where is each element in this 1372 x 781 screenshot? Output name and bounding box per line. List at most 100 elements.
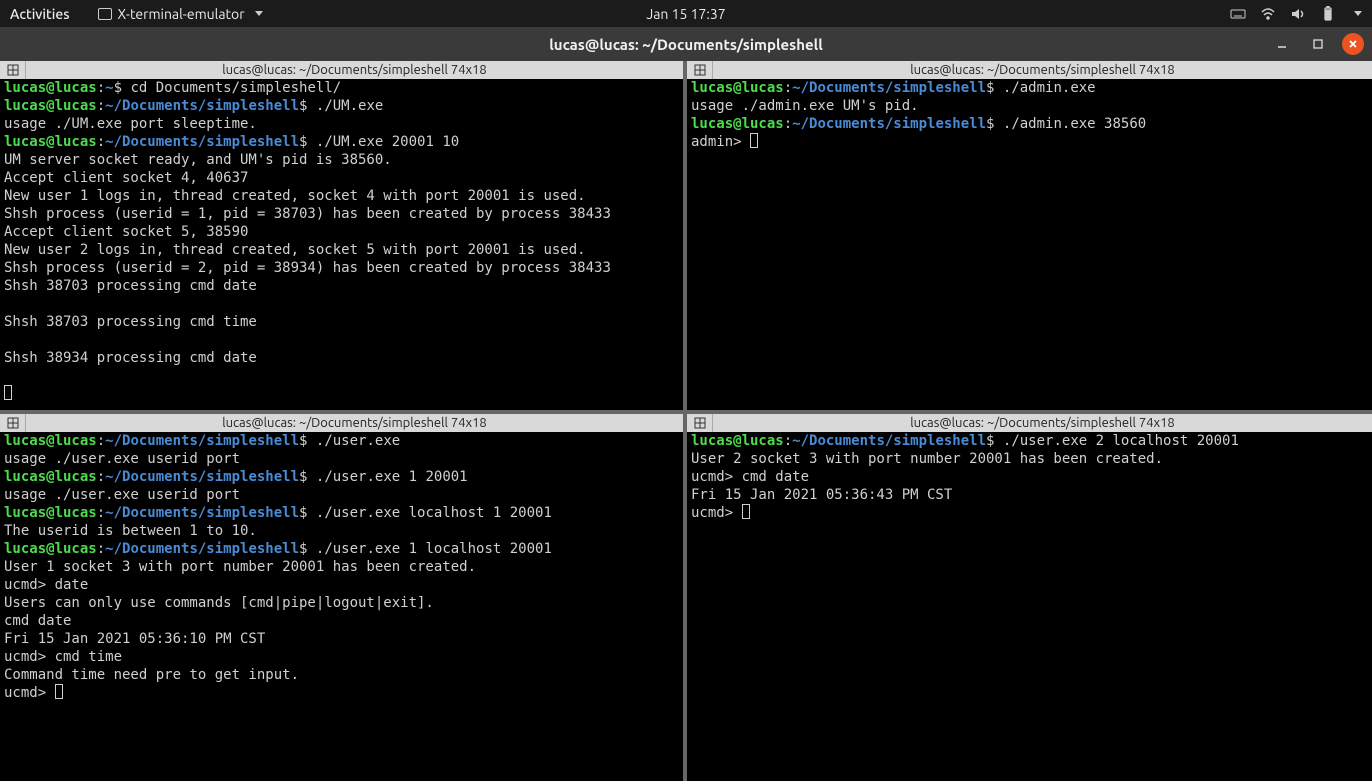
prompt-user: lucas@lucas (4, 469, 97, 485)
pane-title-text: lucas@lucas: ~/Documents/simpleshell 74x… (713, 63, 1372, 77)
output-line: Shsh process (userid = 2, pid = 38934) h… (4, 260, 611, 276)
keyboard-icon[interactable] (1230, 6, 1246, 22)
cmd-text: ./user.exe localhost 1 20001 (316, 505, 552, 521)
prompt-user: lucas@lucas (691, 80, 784, 96)
prompt-sigil: $ (299, 433, 316, 449)
minimize-button[interactable] (1270, 32, 1294, 56)
output-line: usage ./UM.exe port sleeptime. (4, 116, 257, 132)
prompt-sigil: $ (299, 505, 316, 521)
cmd-text: cd Documents/simpleshell/ (130, 80, 341, 96)
output-line: usage ./user.exe userid port (4, 487, 240, 503)
window-title-bar[interactable]: lucas@lucas: ~/Documents/simpleshell (0, 27, 1372, 61)
terminal-pane-top-left[interactable]: lucas@lucas: ~/Documents/simpleshell 74x… (0, 61, 683, 410)
terminal-output[interactable]: lucas@lucas:~/Documents/simpleshell$ ./u… (687, 432, 1372, 781)
output-line: New user 1 logs in, thread created, sock… (4, 188, 586, 204)
terminal-pane-bottom-right[interactable]: lucas@lucas: ~/Documents/simpleshell 74x… (687, 414, 1372, 781)
output-line: usage ./admin.exe UM's pid. (691, 98, 919, 114)
prompt-user: lucas@lucas (4, 505, 97, 521)
split-layout-icon[interactable] (687, 61, 713, 79)
prompt-user: lucas@lucas (691, 433, 784, 449)
output-line: Shsh 38703 processing cmd time (4, 314, 257, 330)
terminal-output[interactable]: lucas@lucas:~/Documents/simpleshell$ ./u… (0, 432, 683, 781)
gnome-top-bar: Activities X-terminal-emulator Jan 15 17… (0, 0, 1372, 27)
prompt-sep: : (97, 134, 105, 150)
terminal-output[interactable]: lucas@lucas:~$ cd Documents/simpleshell/… (0, 79, 683, 410)
prompt-user: lucas@lucas (691, 116, 784, 132)
output-line: UM server socket ready, and UM's pid is … (4, 152, 392, 168)
ucmd-prompt: ucmd> cmd date (691, 469, 809, 485)
pane-title-text: lucas@lucas: ~/Documents/simpleshell 74x… (713, 416, 1372, 430)
terminal-output[interactable]: lucas@lucas:~/Documents/simpleshell$ ./a… (687, 79, 1372, 410)
volume-icon[interactable] (1290, 6, 1306, 22)
prompt-user: lucas@lucas (4, 433, 97, 449)
pane-title-bar[interactable]: lucas@lucas: ~/Documents/simpleshell 74x… (0, 414, 683, 432)
cmd-text: ./user.exe (316, 433, 400, 449)
system-menu-chevron-icon[interactable] (1354, 11, 1362, 16)
ucmd-prompt: ucmd> cmd time (4, 649, 122, 665)
prompt-sep: : (97, 433, 105, 449)
output-line: User 2 socket 3 with port number 20001 h… (691, 451, 1163, 467)
prompt-user: lucas@lucas (4, 134, 97, 150)
chevron-down-icon (255, 11, 263, 16)
output-line: Fri 15 Jan 2021 05:36:43 PM CST (691, 487, 952, 503)
prompt-sep: : (97, 505, 105, 521)
cmd-text: ./admin.exe 38560 (1003, 116, 1146, 132)
close-button[interactable] (1342, 33, 1364, 55)
cmd-text: ./user.exe 1 localhost 20001 (316, 541, 552, 557)
window-title: lucas@lucas: ~/Documents/simpleshell (549, 36, 823, 53)
prompt-user: lucas@lucas (4, 98, 97, 114)
system-tray[interactable] (1230, 6, 1362, 22)
output-line: User 1 socket 3 with port number 20001 h… (4, 559, 476, 575)
cmd-text: ./UM.exe 20001 10 (316, 134, 459, 150)
prompt-sep: : (784, 433, 792, 449)
output-line: Accept client socket 5, 38590 (4, 224, 248, 240)
prompt-path: ~/Documents/simpleshell (105, 98, 299, 114)
maximize-button[interactable] (1306, 32, 1330, 56)
pane-title-bar[interactable]: lucas@lucas: ~/Documents/simpleshell 74x… (687, 414, 1372, 432)
wifi-icon[interactable] (1260, 6, 1276, 22)
prompt-user: lucas@lucas (4, 541, 97, 557)
output-line: Shsh process (userid = 1, pid = 38703) h… (4, 206, 611, 222)
terminal-pane-top-right[interactable]: lucas@lucas: ~/Documents/simpleshell 74x… (687, 61, 1372, 410)
prompt-path: ~/Documents/simpleshell (105, 433, 299, 449)
prompt-sigil: $ (299, 134, 316, 150)
prompt-path: ~/Documents/simpleshell (792, 80, 986, 96)
output-line: Command time need pre to get input. (4, 667, 299, 683)
activities-button[interactable]: Activities (10, 6, 70, 22)
prompt-sep: : (784, 116, 792, 132)
split-layout-icon[interactable] (0, 414, 26, 432)
terminal-split-grid: lucas@lucas: ~/Documents/simpleshell 74x… (0, 61, 1372, 781)
cmd-text: ./UM.exe (316, 98, 383, 114)
terminal-pane-bottom-left[interactable]: lucas@lucas: ~/Documents/simpleshell 74x… (0, 414, 683, 781)
split-layout-icon[interactable] (0, 61, 26, 79)
output-line: Accept client socket 4, 40637 (4, 170, 248, 186)
ucmd-prompt: ucmd> date (4, 577, 88, 593)
pane-title-bar[interactable]: lucas@lucas: ~/Documents/simpleshell 74x… (687, 61, 1372, 79)
prompt-sigil: $ (986, 433, 1003, 449)
split-layout-icon[interactable] (687, 414, 713, 432)
output-line: The userid is between 1 to 10. (4, 523, 257, 539)
prompt-path: ~/Documents/simpleshell (792, 433, 986, 449)
cursor (750, 133, 758, 148)
output-line: Users can only use commands [cmd|pipe|lo… (4, 595, 434, 611)
prompt-sigil: $ (986, 80, 1003, 96)
prompt-sigil: $ (299, 541, 316, 557)
prompt-sep: : (97, 541, 105, 557)
prompt-sigil: $ (299, 469, 316, 485)
output-line: Shsh 38934 processing cmd date (4, 350, 257, 366)
pane-title-text: lucas@lucas: ~/Documents/simpleshell 74x… (26, 63, 683, 77)
prompt-sep: : (97, 98, 105, 114)
prompt-path: ~/Documents/simpleshell (105, 469, 299, 485)
window-controls (1270, 32, 1364, 56)
cursor (4, 385, 12, 400)
prompt-user: lucas@lucas (4, 80, 97, 96)
prompt-path: ~/Documents/simpleshell (792, 116, 986, 132)
app-menu[interactable]: X-terminal-emulator (98, 6, 263, 22)
prompt-path: ~/Documents/simpleshell (105, 505, 299, 521)
prompt-path: ~/Documents/simpleshell (105, 134, 299, 150)
ucmd-prompt: cmd date (4, 613, 71, 629)
ucmd-prompt: ucmd> (691, 505, 742, 521)
battery-icon[interactable] (1320, 6, 1336, 22)
output-line: New user 2 logs in, thread created, sock… (4, 242, 586, 258)
pane-title-bar[interactable]: lucas@lucas: ~/Documents/simpleshell 74x… (0, 61, 683, 79)
